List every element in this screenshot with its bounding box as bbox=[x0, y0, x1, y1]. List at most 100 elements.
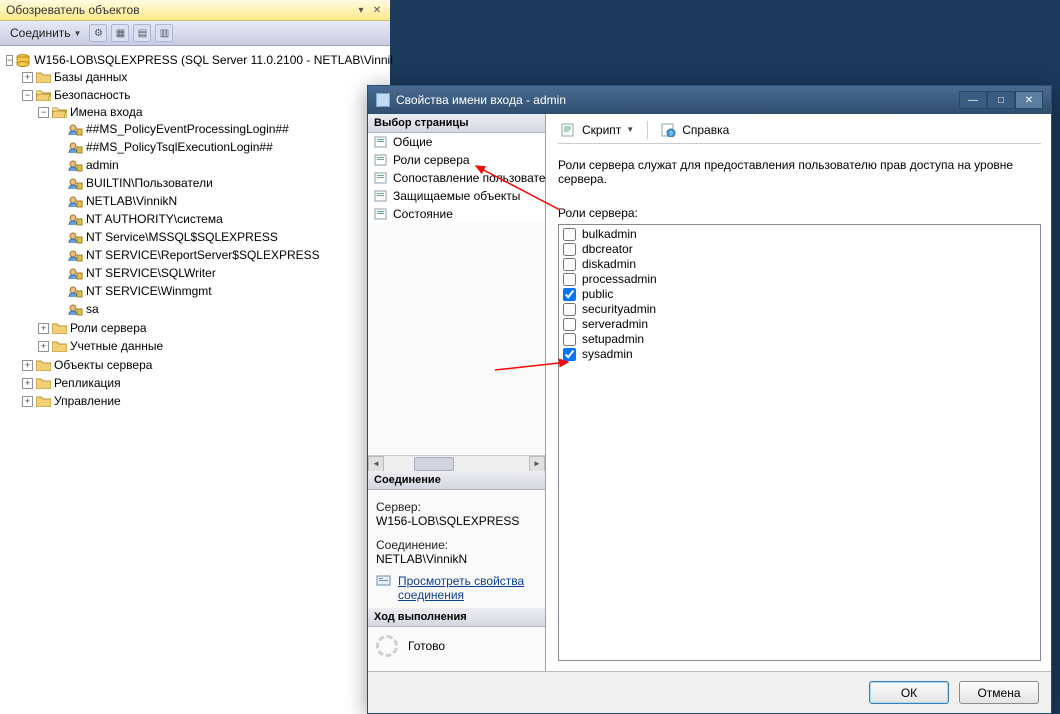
expand-toggle[interactable]: − bbox=[6, 55, 13, 66]
role-checkbox[interactable] bbox=[563, 303, 576, 316]
login-icon bbox=[68, 123, 83, 136]
close-button[interactable]: ✕ bbox=[1015, 91, 1043, 109]
script-button[interactable]: Скрипт ▼ bbox=[558, 121, 637, 139]
close-icon[interactable]: ✕ bbox=[370, 3, 384, 17]
tree-node-replication[interactable]: Репликация bbox=[54, 375, 121, 391]
expand-toggle[interactable]: − bbox=[38, 107, 49, 118]
page-item[interactable]: Защищаемые объекты bbox=[368, 187, 545, 205]
help-icon: ? bbox=[661, 123, 677, 137]
tree-login-item[interactable]: NT SERVICE\ReportServer$SQLEXPRESS bbox=[86, 247, 320, 263]
tree-login-item[interactable]: admin bbox=[86, 157, 119, 173]
help-label: Справка bbox=[682, 123, 729, 137]
tree-node-databases[interactable]: Базы данных bbox=[54, 69, 127, 85]
role-item[interactable]: processadmin bbox=[563, 272, 1036, 287]
role-checkbox[interactable] bbox=[563, 273, 576, 286]
server-value: W156-LOB\SQLEXPRESS bbox=[376, 514, 537, 528]
tree-login-item[interactable]: BUILTIN\Пользователи bbox=[86, 175, 213, 191]
scroll-left-button[interactable]: ◄ bbox=[368, 456, 384, 472]
role-checkbox[interactable] bbox=[563, 243, 576, 256]
role-checkbox[interactable] bbox=[563, 228, 576, 241]
role-item[interactable]: bulkadmin bbox=[563, 227, 1036, 242]
tree-node-credentials[interactable]: Учетные данные bbox=[70, 338, 163, 354]
role-item[interactable]: serveradmin bbox=[563, 317, 1036, 332]
view-connection-link[interactable]: Просмотреть свойства соединения bbox=[398, 574, 537, 602]
toolbar-icon-3[interactable]: ▤ bbox=[133, 24, 151, 42]
role-label: public bbox=[582, 287, 613, 302]
connection-link-icon bbox=[376, 574, 392, 588]
tree-login-item[interactable]: ##MS_PolicyEventProcessingLogin## bbox=[86, 121, 289, 137]
toolbar-icon-4[interactable]: ▥ bbox=[155, 24, 173, 42]
dialog-icon bbox=[376, 93, 390, 107]
page-item[interactable]: Роли сервера bbox=[368, 151, 545, 169]
tree-node-server-objects[interactable]: Объекты сервера bbox=[54, 357, 152, 373]
expand-toggle[interactable]: + bbox=[38, 323, 49, 334]
page-item[interactable]: Общие bbox=[368, 133, 545, 151]
minimize-button[interactable]: — bbox=[959, 91, 987, 109]
ok-button[interactable]: ОК bbox=[869, 681, 949, 704]
progress-status: Готово bbox=[408, 639, 445, 653]
page-item[interactable]: Состояние bbox=[368, 205, 545, 223]
role-item[interactable]: setupadmin bbox=[563, 332, 1036, 347]
login-icon bbox=[68, 231, 83, 244]
expand-toggle[interactable]: − bbox=[22, 90, 33, 101]
connection-header: Соединение bbox=[368, 471, 545, 490]
folder-icon bbox=[36, 71, 51, 83]
separator bbox=[647, 121, 648, 139]
role-item[interactable]: sysadmin bbox=[563, 347, 1036, 362]
expand-toggle[interactable]: + bbox=[22, 360, 33, 371]
help-button[interactable]: ? Справка bbox=[658, 121, 732, 139]
tree-login-item[interactable]: NT SERVICE\Winmgmt bbox=[86, 283, 212, 299]
role-checkbox[interactable] bbox=[563, 333, 576, 346]
folder-open-icon bbox=[36, 89, 51, 101]
role-item[interactable]: public bbox=[563, 287, 1036, 302]
expand-toggle[interactable]: + bbox=[38, 341, 49, 352]
role-item[interactable]: diskadmin bbox=[563, 257, 1036, 272]
login-icon bbox=[68, 213, 83, 226]
toolbar-icon-1[interactable]: ⚙ bbox=[89, 24, 107, 42]
tree-login-item[interactable]: sa bbox=[86, 301, 99, 317]
tree-node-security[interactable]: Безопасность bbox=[54, 87, 131, 103]
login-icon bbox=[68, 159, 83, 172]
role-item[interactable]: dbcreator bbox=[563, 242, 1036, 257]
page-label: Общие bbox=[393, 135, 432, 149]
page-label: Роли сервера bbox=[393, 153, 470, 167]
chevron-down-icon: ▼ bbox=[74, 29, 82, 38]
folder-icon bbox=[36, 359, 51, 371]
login-properties-dialog: Свойства имени входа - admin — □ ✕ Выбор… bbox=[367, 85, 1052, 714]
expand-toggle[interactable]: + bbox=[22, 396, 33, 407]
tree-login-item[interactable]: ##MS_PolicyTsqlExecutionLogin## bbox=[86, 139, 273, 155]
toolbar-icon-2[interactable]: ▦ bbox=[111, 24, 129, 42]
object-tree[interactable]: − W156-LOB\SQLEXPRESS (SQL Server 11.0.2… bbox=[0, 46, 390, 416]
maximize-button[interactable]: □ bbox=[987, 91, 1015, 109]
role-item[interactable]: securityadmin bbox=[563, 302, 1036, 317]
expand-toggle[interactable]: + bbox=[22, 378, 33, 389]
dialog-toolbar: Скрипт ▼ ? Справка bbox=[558, 120, 1041, 144]
tree-node-logins[interactable]: Имена входа bbox=[70, 104, 143, 120]
tree-node-management[interactable]: Управление bbox=[54, 393, 121, 409]
script-label: Скрипт bbox=[582, 123, 621, 137]
tree-login-item[interactable]: NT SERVICE\SQLWriter bbox=[86, 265, 216, 281]
tree-login-item[interactable]: NT Service\MSSQL$SQLEXPRESS bbox=[86, 229, 278, 245]
role-checkbox[interactable] bbox=[563, 348, 576, 361]
dialog-right-pane: Скрипт ▼ ? Справка Роли сервера служат д… bbox=[546, 114, 1051, 671]
tree-login-item[interactable]: NETLAB\VinnikN bbox=[86, 193, 177, 209]
scroll-right-button[interactable]: ► bbox=[529, 456, 545, 472]
dropdown-icon[interactable]: ▾ bbox=[354, 3, 368, 17]
horizontal-scrollbar[interactable]: ◄ ► bbox=[368, 455, 545, 471]
role-label: setupadmin bbox=[582, 332, 644, 347]
connect-button[interactable]: Соединить ▼ bbox=[6, 24, 85, 42]
scrollbar-thumb[interactable] bbox=[414, 457, 454, 471]
cancel-button[interactable]: Отмена bbox=[959, 681, 1039, 704]
role-checkbox[interactable] bbox=[563, 288, 576, 301]
page-item[interactable]: Сопоставление пользователе bbox=[368, 169, 545, 187]
tree-node-server-roles[interactable]: Роли сервера bbox=[70, 320, 147, 336]
dialog-titlebar[interactable]: Свойства имени входа - admin — □ ✕ bbox=[368, 86, 1051, 114]
roles-listbox[interactable]: bulkadmindbcreatordiskadminprocessadminp… bbox=[558, 224, 1041, 661]
login-icon bbox=[68, 267, 83, 280]
role-label: dbcreator bbox=[582, 242, 633, 257]
role-checkbox[interactable] bbox=[563, 318, 576, 331]
role-checkbox[interactable] bbox=[563, 258, 576, 271]
expand-toggle[interactable]: + bbox=[22, 72, 33, 83]
tree-login-item[interactable]: NT AUTHORITY\система bbox=[86, 211, 223, 227]
progress-spinner-icon bbox=[376, 635, 398, 657]
